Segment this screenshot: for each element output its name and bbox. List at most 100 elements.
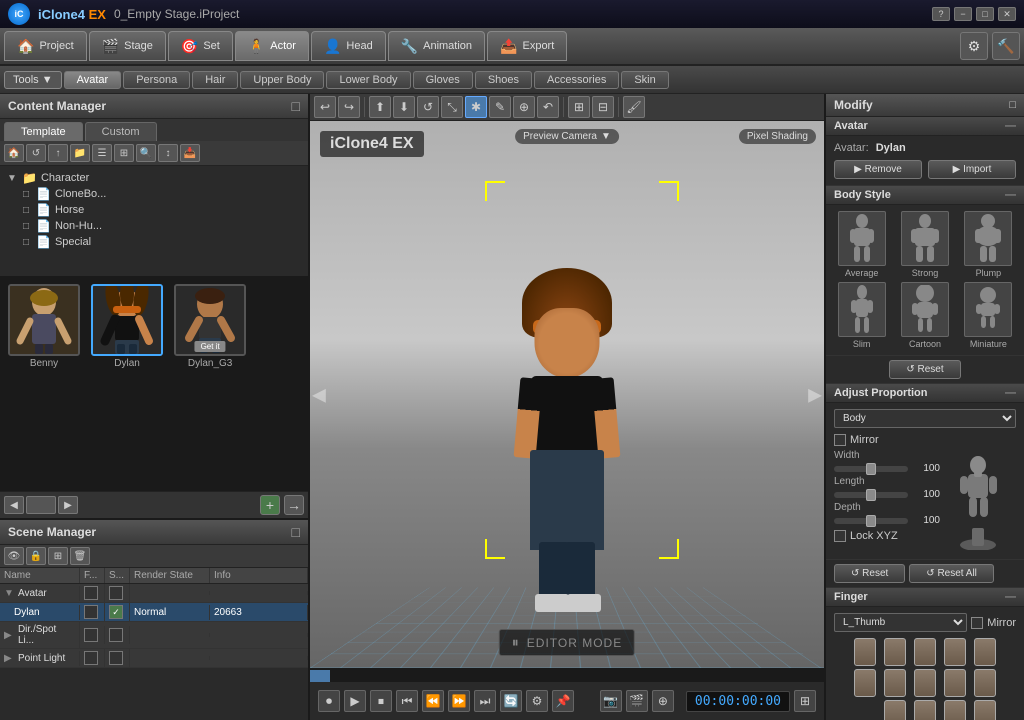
vp-select[interactable]: ✱: [465, 96, 487, 118]
scene-tool-eye[interactable]: 👁: [4, 547, 24, 565]
s-check-dir[interactable]: [109, 628, 123, 642]
tree-item-character[interactable]: ▼ 📁 Character: [4, 170, 304, 186]
proportion-reset-all[interactable]: ↺ Reset All: [909, 564, 994, 583]
s-check-point[interactable]: [109, 651, 123, 665]
vp-paint-2[interactable]: 🖌: [623, 96, 645, 118]
subtab-shoes[interactable]: Shoes: [475, 71, 532, 89]
vp-rotate[interactable]: ↺: [417, 96, 439, 118]
viewport-canvas[interactable]: iClone4 EX Preview Camera ▼ Pixel Shadin…: [310, 121, 824, 668]
style-cartoon[interactable]: Cartoon: [895, 282, 954, 349]
width-slider[interactable]: [834, 466, 908, 472]
depth-slider[interactable]: [834, 518, 908, 524]
vp-move[interactable]: ⬆: [369, 96, 391, 118]
vp-move-down[interactable]: ⬇: [393, 96, 415, 118]
content-manager-close[interactable]: □: [292, 98, 300, 114]
finger-btn-6[interactable]: [914, 638, 936, 666]
viewport-arrow-right[interactable]: ▶: [808, 384, 822, 405]
s-check-avatar[interactable]: [109, 586, 123, 600]
avatar-section-collapse[interactable]: —: [1005, 120, 1016, 132]
nav-tab-animation[interactable]: 🔧 Animation: [388, 31, 485, 61]
finger-btn-10[interactable]: [944, 669, 966, 697]
thumb-dylan-g3[interactable]: Get it Dylan_G3: [174, 284, 246, 369]
tool-refresh[interactable]: ↺: [26, 144, 46, 162]
tree-item-clonebo[interactable]: □ 📄 CloneBo...: [4, 186, 304, 202]
proportion-reset[interactable]: ↺ Reset: [834, 564, 905, 583]
pb-play[interactable]: ▶: [344, 690, 366, 712]
remove-button-right[interactable]: ▶ Remove: [834, 160, 922, 179]
pb-rw[interactable]: ⏪: [422, 690, 444, 712]
finger-btn-2[interactable]: [854, 669, 876, 697]
f-check-dir[interactable]: [84, 628, 98, 642]
nav-tab-head[interactable]: 👤 Head: [311, 31, 386, 61]
mirror-check[interactable]: [834, 434, 846, 446]
style-slim[interactable]: Slim: [832, 282, 891, 349]
body-part-dropdown[interactable]: Body: [834, 409, 1016, 428]
pb-next[interactable]: ⏭: [474, 690, 496, 712]
thumb-benny[interactable]: Benny: [8, 284, 80, 369]
subtab-hair[interactable]: Hair: [192, 71, 238, 89]
nav-tab-export[interactable]: 📤 Export: [487, 31, 567, 61]
settings-icon-btn[interactable]: ⚙: [960, 32, 988, 60]
tool-list-view[interactable]: ☰: [92, 144, 112, 162]
tool-search[interactable]: 🔍: [136, 144, 156, 162]
tool-folder-up[interactable]: ↑: [48, 144, 68, 162]
vp-reset[interactable]: ↶: [537, 96, 559, 118]
subtab-skin[interactable]: Skin: [621, 71, 668, 89]
style-strong[interactable]: Strong: [895, 211, 954, 278]
pb-stop[interactable]: ⏹: [370, 690, 392, 712]
subtab-upper-body[interactable]: Upper Body: [240, 71, 324, 89]
pause-button[interactable]: ⏸: [512, 634, 519, 651]
vp-undo[interactable]: ↩: [314, 96, 336, 118]
vp-cam-2[interactable]: ⊟: [592, 96, 614, 118]
subtab-lower-body[interactable]: Lower Body: [326, 71, 410, 89]
pb-more2[interactable]: 📌: [552, 690, 574, 712]
vp-cam-1[interactable]: ⊞: [568, 96, 590, 118]
remove-button[interactable]: →: [284, 495, 304, 515]
scene-row-point-light[interactable]: ▶ Point Light: [0, 649, 308, 668]
subtab-persona[interactable]: Persona: [123, 71, 190, 89]
finger-btn-12[interactable]: [974, 638, 996, 666]
finger-btn-14[interactable]: [974, 700, 996, 720]
vp-paint[interactable]: ✎: [489, 96, 511, 118]
pb-more1[interactable]: ⚙: [526, 690, 548, 712]
tool-sort[interactable]: ↕: [158, 144, 178, 162]
scene-tool-render[interactable]: ⊞: [48, 547, 68, 565]
style-average[interactable]: Average: [832, 211, 891, 278]
add-button[interactable]: +: [260, 495, 280, 515]
finger-btn-13[interactable]: [974, 669, 996, 697]
pb-prev[interactable]: ⏮: [396, 690, 418, 712]
pb-more3[interactable]: ⊕: [652, 690, 674, 712]
tree-item-horse[interactable]: □ 📄 Horse: [4, 202, 304, 218]
pb-ff[interactable]: ⏩: [448, 690, 470, 712]
minimize-button[interactable]: −: [954, 7, 972, 21]
mirror-finger-check[interactable]: [971, 617, 983, 629]
nav-tab-set[interactable]: 🎯 Set: [168, 31, 233, 61]
scene-tool-delete[interactable]: 🗑: [70, 547, 90, 565]
scene-row-dylan[interactable]: Dylan ✓ Normal 20663: [0, 603, 308, 622]
body-style-reset[interactable]: ↺ Reset: [889, 360, 960, 379]
help-button[interactable]: ?: [932, 7, 950, 21]
import-button-right[interactable]: ▶ Import: [928, 160, 1016, 179]
tree-item-non-hu[interactable]: □ 📄 Non-Hu...: [4, 218, 304, 234]
scene-row-dir[interactable]: ▶ Dir./Spot Li...: [0, 622, 308, 649]
length-slider[interactable]: [834, 492, 908, 498]
finger-btn-7[interactable]: [914, 669, 936, 697]
s-check-dylan[interactable]: ✓: [109, 605, 123, 619]
style-plump[interactable]: Plump: [959, 211, 1018, 278]
tool-import[interactable]: 📥: [180, 144, 200, 162]
scroll-right[interactable]: ▶: [58, 496, 78, 514]
tools-icon-btn[interactable]: 🔨: [992, 32, 1020, 60]
vp-redo[interactable]: ↪: [338, 96, 360, 118]
nav-tab-project[interactable]: 🏠 Project: [4, 31, 87, 61]
timeline-bar[interactable]: [310, 670, 824, 682]
proportion-collapse[interactable]: —: [1005, 387, 1016, 399]
thumb-dylan[interactable]: Dylan: [91, 284, 163, 369]
finger-part-dropdown[interactable]: L_Thumb: [834, 613, 967, 632]
style-miniature[interactable]: Miniature: [959, 282, 1018, 349]
scroll-left[interactable]: ◀: [4, 496, 24, 514]
scene-row-avatar[interactable]: ▼ Avatar: [0, 584, 308, 603]
body-style-collapse[interactable]: —: [1005, 189, 1016, 201]
pb-vid[interactable]: 🎬: [626, 690, 648, 712]
f-check-dylan[interactable]: [84, 605, 98, 619]
finger-btn-8[interactable]: [914, 700, 936, 720]
